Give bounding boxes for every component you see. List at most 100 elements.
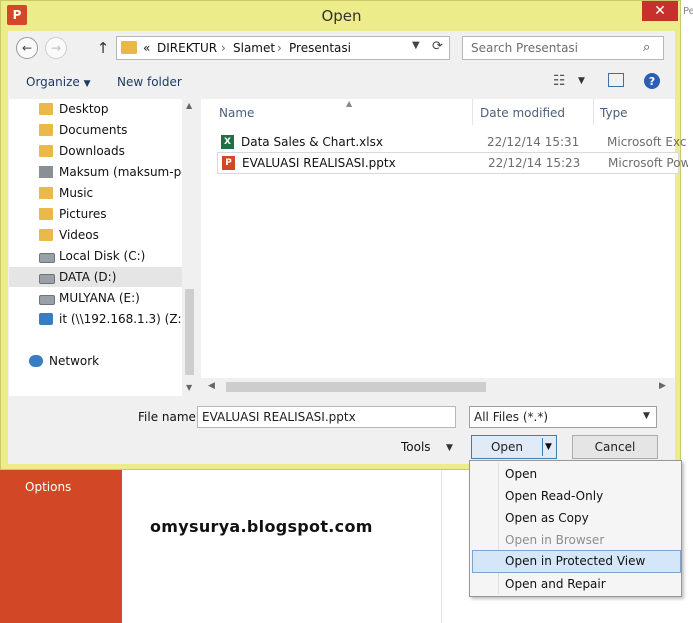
- scroll-right-icon[interactable]: ▶: [659, 381, 666, 391]
- file-type-value: All Files (*.*): [474, 410, 549, 424]
- nav-item-label: Pictures: [59, 207, 107, 221]
- scroll-left-icon[interactable]: ◀: [208, 381, 215, 391]
- drive-icon: [39, 253, 55, 263]
- file-row[interactable]: X Data Sales & Chart.xlsx 22/12/14 15:31…: [217, 132, 687, 152]
- organize-button[interactable]: Organize ▼: [26, 75, 91, 89]
- folder-icon: [39, 103, 53, 115]
- title-bar[interactable]: P Open ✕: [1, 1, 682, 31]
- nav-item-label: Documents: [59, 123, 128, 137]
- breadcrumb-separator-icon[interactable]: ›: [277, 41, 282, 55]
- folder-icon: [39, 145, 53, 157]
- new-folder-button[interactable]: New folder: [117, 75, 182, 89]
- nav-item-mulyana-e[interactable]: MULYANA (E:): [9, 288, 182, 308]
- background-app-edge: [681, 0, 693, 623]
- menu-item-label: Open as Copy: [505, 511, 589, 525]
- nav-item-network[interactable]: Network: [9, 351, 182, 371]
- search-icon[interactable]: ⌕: [643, 40, 650, 55]
- nav-item-label: Desktop: [59, 102, 109, 116]
- breadcrumb-slamet[interactable]: Slamet: [233, 41, 275, 55]
- nav-item-desktop[interactable]: Desktop: [9, 99, 182, 119]
- network-drive-icon: [39, 313, 53, 325]
- column-separator[interactable]: [593, 99, 594, 125]
- nav-item-label: MULYANA (E:): [59, 291, 140, 305]
- forward-button[interactable]: →: [45, 37, 67, 59]
- file-name-input[interactable]: EVALUASI REALISASI.pptx: [197, 406, 456, 428]
- folder-icon: [39, 124, 53, 136]
- refresh-icon[interactable]: ⟳: [432, 39, 443, 54]
- menu-item-open-as-copy[interactable]: Open as Copy: [472, 507, 679, 528]
- menu-item-open[interactable]: Open: [472, 463, 679, 484]
- nav-item-maksum[interactable]: Maksum (maksum-pc): [9, 162, 192, 182]
- arrow-left-icon: ←: [21, 41, 33, 55]
- file-type: Microsoft PowerPoint: [608, 156, 688, 170]
- preview-pane-icon[interactable]: [608, 73, 624, 87]
- back-button[interactable]: ←: [16, 37, 38, 59]
- nav-item-documents[interactable]: Documents: [9, 120, 182, 140]
- menu-item-open-protected-view[interactable]: Open in Protected View: [472, 550, 681, 573]
- horizontal-scrollbar[interactable]: ◀ ▶: [201, 378, 675, 396]
- drive-icon: [39, 295, 55, 305]
- chevron-down-icon: ▼: [83, 79, 91, 89]
- nav-item-pictures[interactable]: Pictures: [9, 204, 182, 224]
- cancel-button[interactable]: Cancel: [572, 435, 658, 459]
- open-split-button[interactable]: Open ▼: [471, 435, 557, 459]
- dialog-title: Open: [321, 7, 362, 25]
- tools-button[interactable]: Tools: [401, 440, 431, 454]
- menu-item-open-read-only[interactable]: Open Read-Only: [472, 485, 679, 506]
- nav-item-label: DATA (D:): [59, 270, 117, 284]
- up-button[interactable]: ↑: [94, 38, 112, 58]
- watermark-text: omysurya.blogspot.com: [150, 517, 373, 536]
- search-box[interactable]: Search Presentasi ⌕: [462, 36, 664, 60]
- breadcrumb-overflow[interactable]: «: [143, 41, 150, 55]
- horizontal-scrollbar-thumb[interactable]: [226, 382, 486, 392]
- search-input[interactable]: Search Presentasi: [471, 41, 578, 55]
- chevron-down-icon[interactable]: ▼: [545, 442, 552, 452]
- menu-item-label: Open Read-Only: [505, 489, 604, 503]
- menu-item-open-and-repair[interactable]: Open and Repair: [472, 573, 679, 594]
- column-header-name[interactable]: Name: [219, 106, 254, 120]
- chevron-down-icon[interactable]: ▼: [446, 443, 453, 453]
- nav-item-downloads[interactable]: Downloads: [9, 141, 182, 161]
- file-row-selected[interactable]: P EVALUASI REALISASI.pptx 22/12/14 15:23…: [217, 152, 688, 174]
- nav-item-label: Local Disk (C:): [59, 249, 146, 263]
- nav-item-local-disk-c[interactable]: Local Disk (C:): [9, 246, 182, 266]
- navigation-pane: Desktop Documents Downloads Maksum (maks…: [9, 99, 197, 396]
- arrow-up-icon: ↑: [96, 39, 110, 57]
- background-edge-text: Pe: [683, 6, 693, 17]
- nav-item-label: Music: [59, 186, 94, 200]
- breadcrumb-separator-icon[interactable]: ›: [221, 41, 226, 55]
- menu-item-label: Open and Repair: [505, 577, 606, 591]
- view-options-icon[interactable]: ☷: [553, 73, 566, 89]
- file-type-select[interactable]: All Files (*.*) ▼: [469, 406, 657, 428]
- column-header-date[interactable]: Date modified: [480, 106, 565, 120]
- scroll-down-icon[interactable]: ▼: [186, 383, 192, 392]
- column-separator[interactable]: [472, 99, 473, 125]
- help-icon[interactable]: ?: [644, 73, 660, 89]
- options-menu-item[interactable]: Options: [25, 480, 71, 494]
- nav-item-label: Network: [49, 354, 100, 368]
- excel-icon: X: [221, 135, 234, 149]
- open-button[interactable]: Open: [472, 440, 542, 454]
- nav-item-videos[interactable]: Videos: [9, 225, 182, 245]
- chevron-down-icon: ▼: [643, 411, 650, 421]
- chevron-down-icon[interactable]: ▼: [578, 76, 585, 86]
- column-header-type[interactable]: Type: [600, 106, 628, 120]
- folder-icon: [39, 229, 53, 241]
- drive-icon: [39, 274, 55, 284]
- address-bar[interactable]: « DIREKTUR › Slamet › Presentasi ▼ ⟳: [116, 36, 450, 60]
- breadcrumb-direktur[interactable]: DIREKTUR: [157, 41, 217, 55]
- nav-item-data-d[interactable]: DATA (D:): [9, 267, 182, 287]
- scroll-up-icon[interactable]: ▲: [186, 101, 192, 110]
- chevron-down-icon[interactable]: ▼: [412, 40, 420, 51]
- nav-item-label: Downloads: [59, 144, 125, 158]
- breadcrumb-presentasi[interactable]: Presentasi: [289, 41, 351, 55]
- arrow-right-icon: →: [50, 41, 62, 55]
- close-button[interactable]: ✕: [642, 1, 678, 21]
- folder-icon: [39, 187, 53, 199]
- nav-item-network-drive-z[interactable]: it (\\192.168.1.3) (Z:): [9, 309, 186, 329]
- file-name: Data Sales & Chart.xlsx: [241, 135, 383, 149]
- open-options-menu: Open Open Read-Only Open as Copy Open in…: [469, 460, 682, 597]
- nav-scrollbar-thumb[interactable]: [185, 289, 194, 375]
- powerpoint-icon: P: [222, 156, 235, 170]
- nav-item-music[interactable]: Music: [9, 183, 182, 203]
